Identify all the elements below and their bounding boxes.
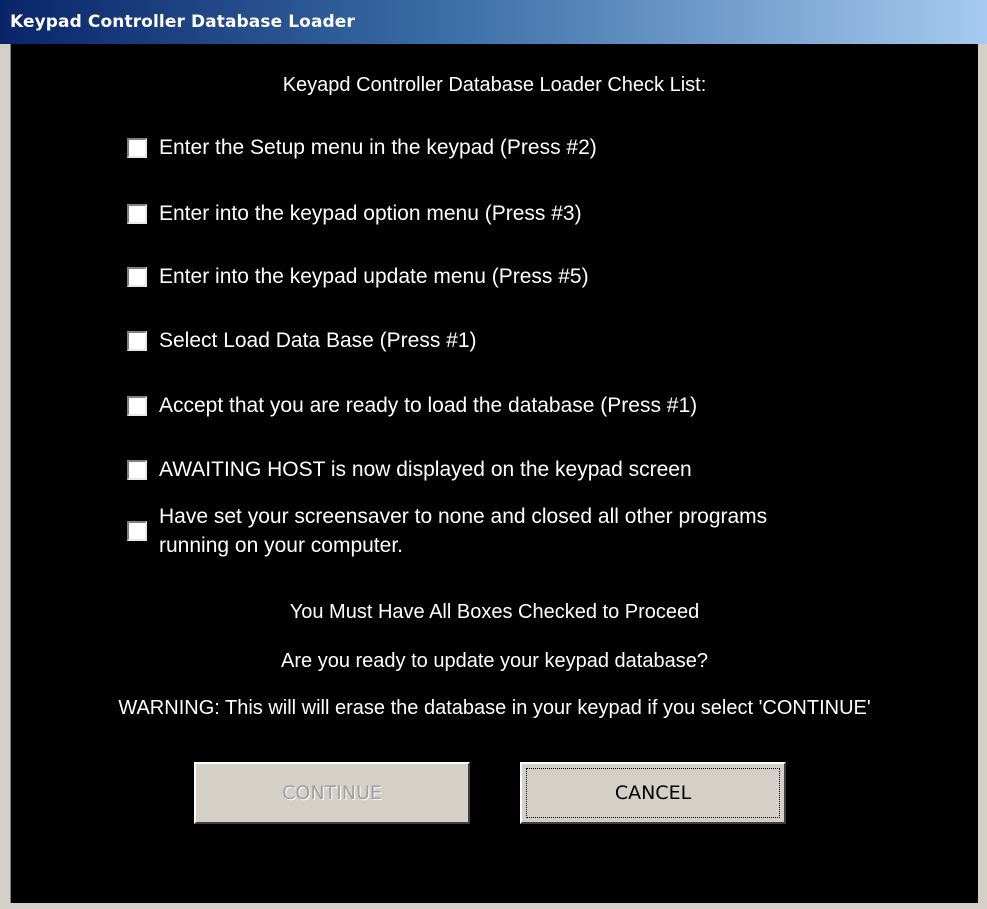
checkbox[interactable] xyxy=(127,267,147,287)
checklist-item-label: Enter the Setup menu in the keypad (Pres… xyxy=(159,136,597,159)
checklist-item-label: Accept that you are ready to load the da… xyxy=(159,394,698,417)
checklist-item-setup-menu[interactable]: Enter the Setup menu in the keypad (Pres… xyxy=(127,136,597,160)
checkbox[interactable] xyxy=(127,460,147,480)
continue-button[interactable]: CONTINUE xyxy=(194,762,470,824)
dialog-content: Keyapd Controller Database Loader Check … xyxy=(10,44,978,903)
checkbox[interactable] xyxy=(127,521,147,541)
checklist-item-accept-ready[interactable]: Accept that you are ready to load the da… xyxy=(127,394,697,418)
checklist-item-awaiting-host[interactable]: AWAITING HOST is now displayed on the ke… xyxy=(127,458,692,482)
checklist-item-label: AWAITING HOST is now displayed on the ke… xyxy=(159,458,692,481)
checklist-item-load-database[interactable]: Select Load Data Base (Press #1) xyxy=(127,329,477,353)
checklist-item-screensaver[interactable]: Have set your screensaver to none and cl… xyxy=(127,502,827,560)
checklist-item-option-menu[interactable]: Enter into the keypad option menu (Press… xyxy=(127,202,582,226)
checkbox[interactable] xyxy=(127,331,147,351)
checklist-item-update-menu[interactable]: Enter into the keypad update menu (Press… xyxy=(127,265,589,289)
dialog-window: Keypad Controller Database Loader Keyapd… xyxy=(0,0,987,909)
checkbox[interactable] xyxy=(127,396,147,416)
erase-warning: WARNING: This will will erase the databa… xyxy=(118,697,871,719)
ready-question: Are you ready to update your keypad data… xyxy=(281,650,708,672)
checkbox[interactable] xyxy=(127,138,147,158)
window-title: Keypad Controller Database Loader xyxy=(10,12,355,32)
continue-button-label: CONTINUE xyxy=(282,782,382,804)
focus-rectangle xyxy=(526,768,780,818)
checklist-item-label: Enter into the keypad update menu (Press… xyxy=(159,265,589,288)
title-bar[interactable]: Keypad Controller Database Loader xyxy=(0,0,987,44)
checklist-item-label: Select Load Data Base (Press #1) xyxy=(159,329,477,352)
checklist-heading: Keyapd Controller Database Loader Check … xyxy=(282,74,707,96)
checklist-item-label: Enter into the keypad option menu (Press… xyxy=(159,202,582,225)
cancel-button[interactable]: CANCEL xyxy=(520,762,786,824)
checkbox[interactable] xyxy=(127,204,147,224)
all-boxes-notice: You Must Have All Boxes Checked to Proce… xyxy=(289,601,700,623)
checklist-item-label: Have set your screensaver to none and cl… xyxy=(159,505,768,557)
